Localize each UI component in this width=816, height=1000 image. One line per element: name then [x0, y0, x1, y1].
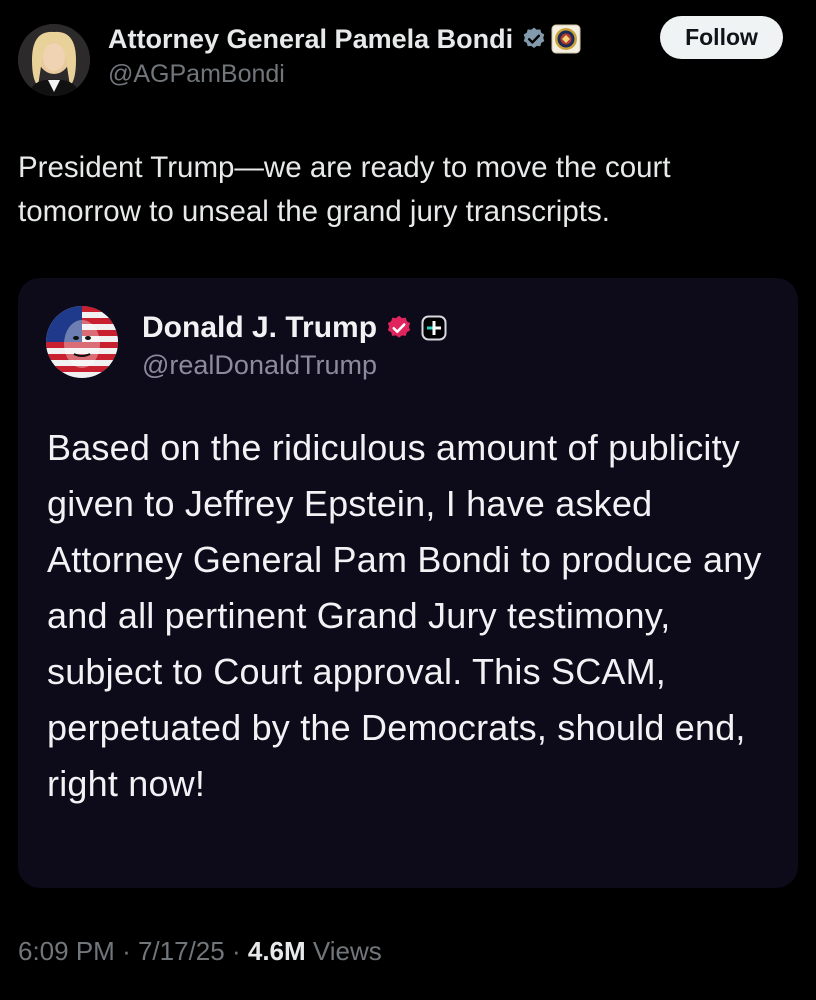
quoted-post-card[interactable]: Donald J. Trump @realDonaldTrump Based o… [18, 278, 798, 888]
meta-separator: · [231, 936, 241, 966]
quoted-post-text: Based on the ridiculous amount of public… [47, 427, 762, 804]
post-meta: 6:09 PM · 7/17/25 · 4.6M Views [18, 936, 382, 967]
plus-icon[interactable] [421, 315, 447, 341]
verified-pink-icon[interactable] [385, 314, 413, 342]
quoted-author-info: Donald J. Trump @realDonaldTrump [142, 308, 742, 381]
author-name-row: Attorney General Pamela Bondi [108, 20, 638, 58]
post-date[interactable]: 7/17/25 [138, 936, 225, 966]
post-page: Attorney General Pamela Bondi @AGPamBond… [0, 0, 816, 1000]
views-count[interactable]: 4.6M [248, 936, 306, 966]
author-avatar[interactable] [18, 24, 90, 96]
quoted-author-handle[interactable]: @realDonaldTrump [142, 350, 742, 381]
follow-button[interactable]: Follow [660, 16, 783, 59]
author-name[interactable]: Attorney General Pamela Bondi [108, 24, 513, 55]
author-info: Attorney General Pamela Bondi @AGPamBond… [108, 20, 638, 89]
quoted-author-avatar[interactable] [46, 306, 118, 378]
views-label: Views [312, 936, 382, 966]
quoted-author-name[interactable]: Donald J. Trump [142, 311, 377, 345]
doj-seal-icon[interactable] [551, 24, 581, 54]
quoted-author-name-row: Donald J. Trump [142, 308, 742, 348]
meta-separator: · [122, 936, 131, 966]
verified-gray-icon[interactable] [521, 26, 547, 52]
post-time[interactable]: 6:09 PM [18, 936, 115, 966]
post-text: President Trump—we are ready to move the… [18, 151, 671, 228]
author-handle[interactable]: @AGPamBondi [108, 60, 638, 89]
